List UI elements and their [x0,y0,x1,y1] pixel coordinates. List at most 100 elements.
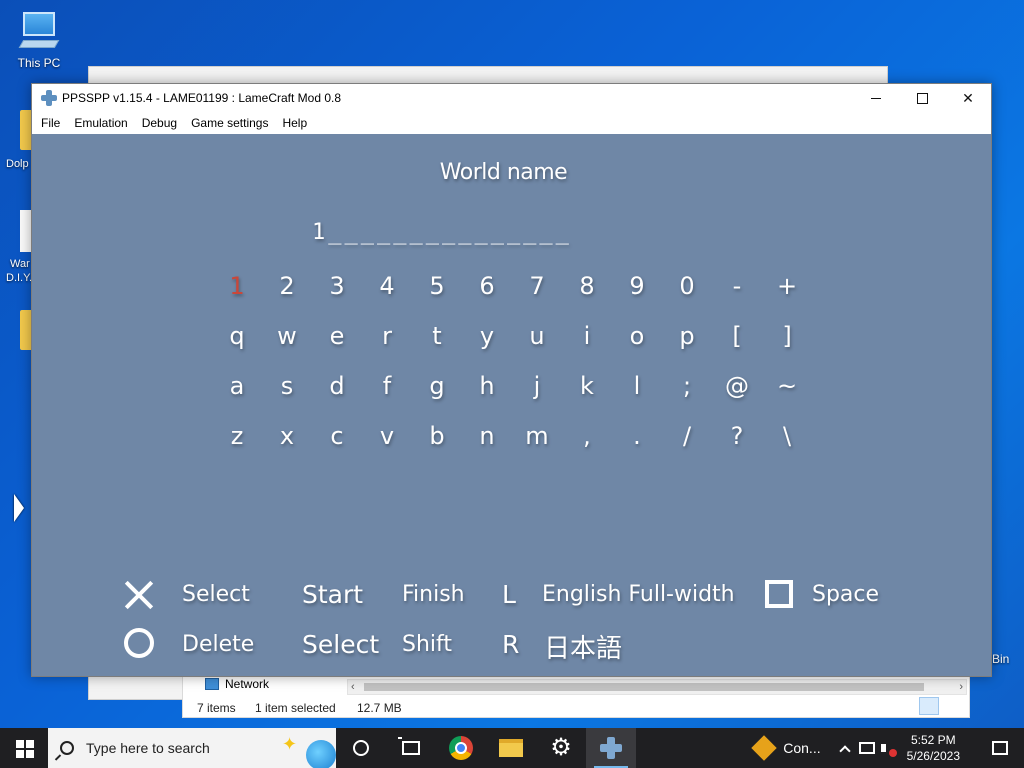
keyboard-key[interactable]: @ [712,372,762,412]
large-icons-view-icon[interactable] [941,697,961,715]
keyboard-key[interactable]: \ [762,422,812,462]
keyboard-key[interactable]: c [312,422,362,462]
keyboard-key[interactable]: [ [712,322,762,362]
nav-item-network[interactable]: Network [205,677,269,691]
status-item-count: 7 items [197,701,236,715]
nav-item-label: Network [225,677,270,691]
notifications-button[interactable] [976,728,1024,768]
keyboard-key[interactable]: t [412,322,462,362]
keyboard-key[interactable]: 1 [212,272,262,312]
select-action-label: Shift [402,632,453,657]
volume-muted-icon[interactable] [880,741,897,757]
keyboard-key[interactable]: , [562,422,612,462]
keyboard-key[interactable]: b [412,422,462,462]
keyboard-key[interactable]: 0 [662,272,712,312]
start-action-label: Finish [402,582,465,607]
system-tray: Con... 5:52 PM 5/26/2023 [751,728,1024,768]
keyboard-key[interactable]: h [462,372,512,412]
keyboard-key[interactable]: m [512,422,562,462]
title-bar[interactable]: PPSSPP v1.15.4 - LAME01199 : LameCraft M… [32,84,991,112]
settings-taskbar-button[interactable]: ⚙ [536,728,586,768]
keyboard-key[interactable]: ; [662,372,712,412]
keyboard-key[interactable]: 7 [512,272,562,312]
keyboard-key[interactable]: 5 [412,272,462,312]
task-view-button[interactable] [386,728,436,768]
keyboard-key[interactable]: w [262,322,312,362]
file-explorer-window: Network ‹ › 7 items 1 item selected 12.7… [182,676,970,718]
keyboard-key[interactable]: u [512,322,562,362]
keyboard-key[interactable]: a [212,372,262,412]
tray-app-label[interactable]: Con... [783,740,820,756]
keyboard-key[interactable]: g [412,372,462,412]
menu-game-settings[interactable]: Game settings [184,116,275,130]
task-view-icon [398,737,420,755]
keyboard-key[interactable]: ? [712,422,762,462]
details-view-icon[interactable] [919,697,939,715]
keyboard-key[interactable]: k [562,372,612,412]
warning-app-icon[interactable] [751,735,777,761]
scrollbar-thumb[interactable] [364,683,924,691]
keyboard-key[interactable]: . [612,422,662,462]
keyboard-key[interactable]: l [612,372,662,412]
game-screen[interactable]: World name 1_______________ 1 2 3 4 5 6 7 8 9 0- +… [32,134,991,676]
taskbar: Type here to search ✦ ⚙ Con... 5:52 PM 5… [0,728,1024,768]
horizontal-scrollbar[interactable]: ‹ › [347,679,967,695]
close-button[interactable]: ✕ [945,84,991,112]
minimize-button[interactable] [853,84,899,112]
keyboard-key[interactable]: - [712,272,762,312]
l-action-label: English Full-width [542,582,735,607]
keyboard-key[interactable]: y [462,322,512,362]
scroll-left-icon[interactable]: ‹ [351,680,355,694]
ppsspp-taskbar-button[interactable] [586,728,636,768]
keyboard-key[interactable]: 2 [262,272,312,312]
network-icon[interactable] [858,742,875,754]
keyboard-key[interactable]: o [612,322,662,362]
this-pc-icon[interactable]: This PC [14,10,64,70]
scroll-right-icon[interactable]: › [959,680,963,694]
keyboard-key[interactable]: 6 [462,272,512,312]
keyboard-key[interactable]: r [362,322,412,362]
keyboard-key[interactable]: d [312,372,362,412]
cross-action-label: Select [182,582,250,607]
keyboard-key[interactable]: x [262,422,312,462]
keyboard-key[interactable]: + [762,272,812,312]
keyboard-key[interactable]: j [512,372,562,412]
keyboard-key[interactable]: p [662,322,712,362]
keyboard-key[interactable]: 3 [312,272,362,312]
keyboard-key[interactable]: q [212,322,262,362]
start-button[interactable] [0,728,48,768]
keyboard-key[interactable]: ] [762,322,812,362]
keyboard-key[interactable]: s [262,372,312,412]
show-hidden-icons-icon[interactable] [838,745,851,757]
taskbar-search[interactable]: Type here to search ✦ [48,728,336,768]
keyboard-key[interactable]: 4 [362,272,412,312]
osk-heading: World name [439,160,568,185]
keyboard-key[interactable]: / [662,422,712,462]
keyboard-key[interactable]: 9 [612,272,662,312]
keyboard-key[interactable]: v [362,422,412,462]
keyboard-key[interactable]: e [312,322,362,362]
chrome-taskbar-button[interactable] [436,728,486,768]
r-action-label: 日本語 [544,634,623,664]
maximize-button[interactable] [899,84,945,112]
keyboard-key[interactable]: i [562,322,612,362]
keyboard-key[interactable]: 8 [562,272,612,312]
keyboard-key[interactable]: ~ [762,372,812,412]
keyboard-key[interactable]: z [212,422,262,462]
square-button-icon [765,580,793,608]
clock-time: 5:52 PM [910,733,956,747]
menu-emulation[interactable]: Emulation [67,116,134,130]
keyboard-key[interactable]: n [462,422,512,462]
cortana-button[interactable] [336,728,386,768]
file-explorer-taskbar-button[interactable] [486,728,536,768]
circle-button-icon [124,628,154,658]
menu-debug[interactable]: Debug [135,116,184,130]
clock-date: 5/26/2023 [906,749,960,763]
menu-help[interactable]: Help [275,116,314,130]
square-action-label: Space [812,582,880,607]
clock[interactable]: 5:52 PM 5/26/2023 [907,732,960,764]
menu-file[interactable]: File [34,116,67,130]
keyboard-key[interactable]: f [362,372,412,412]
keyboard-row: 1 2 3 4 5 6 7 8 9 0- + [212,272,812,312]
circle-action-label: Delete [182,632,255,657]
